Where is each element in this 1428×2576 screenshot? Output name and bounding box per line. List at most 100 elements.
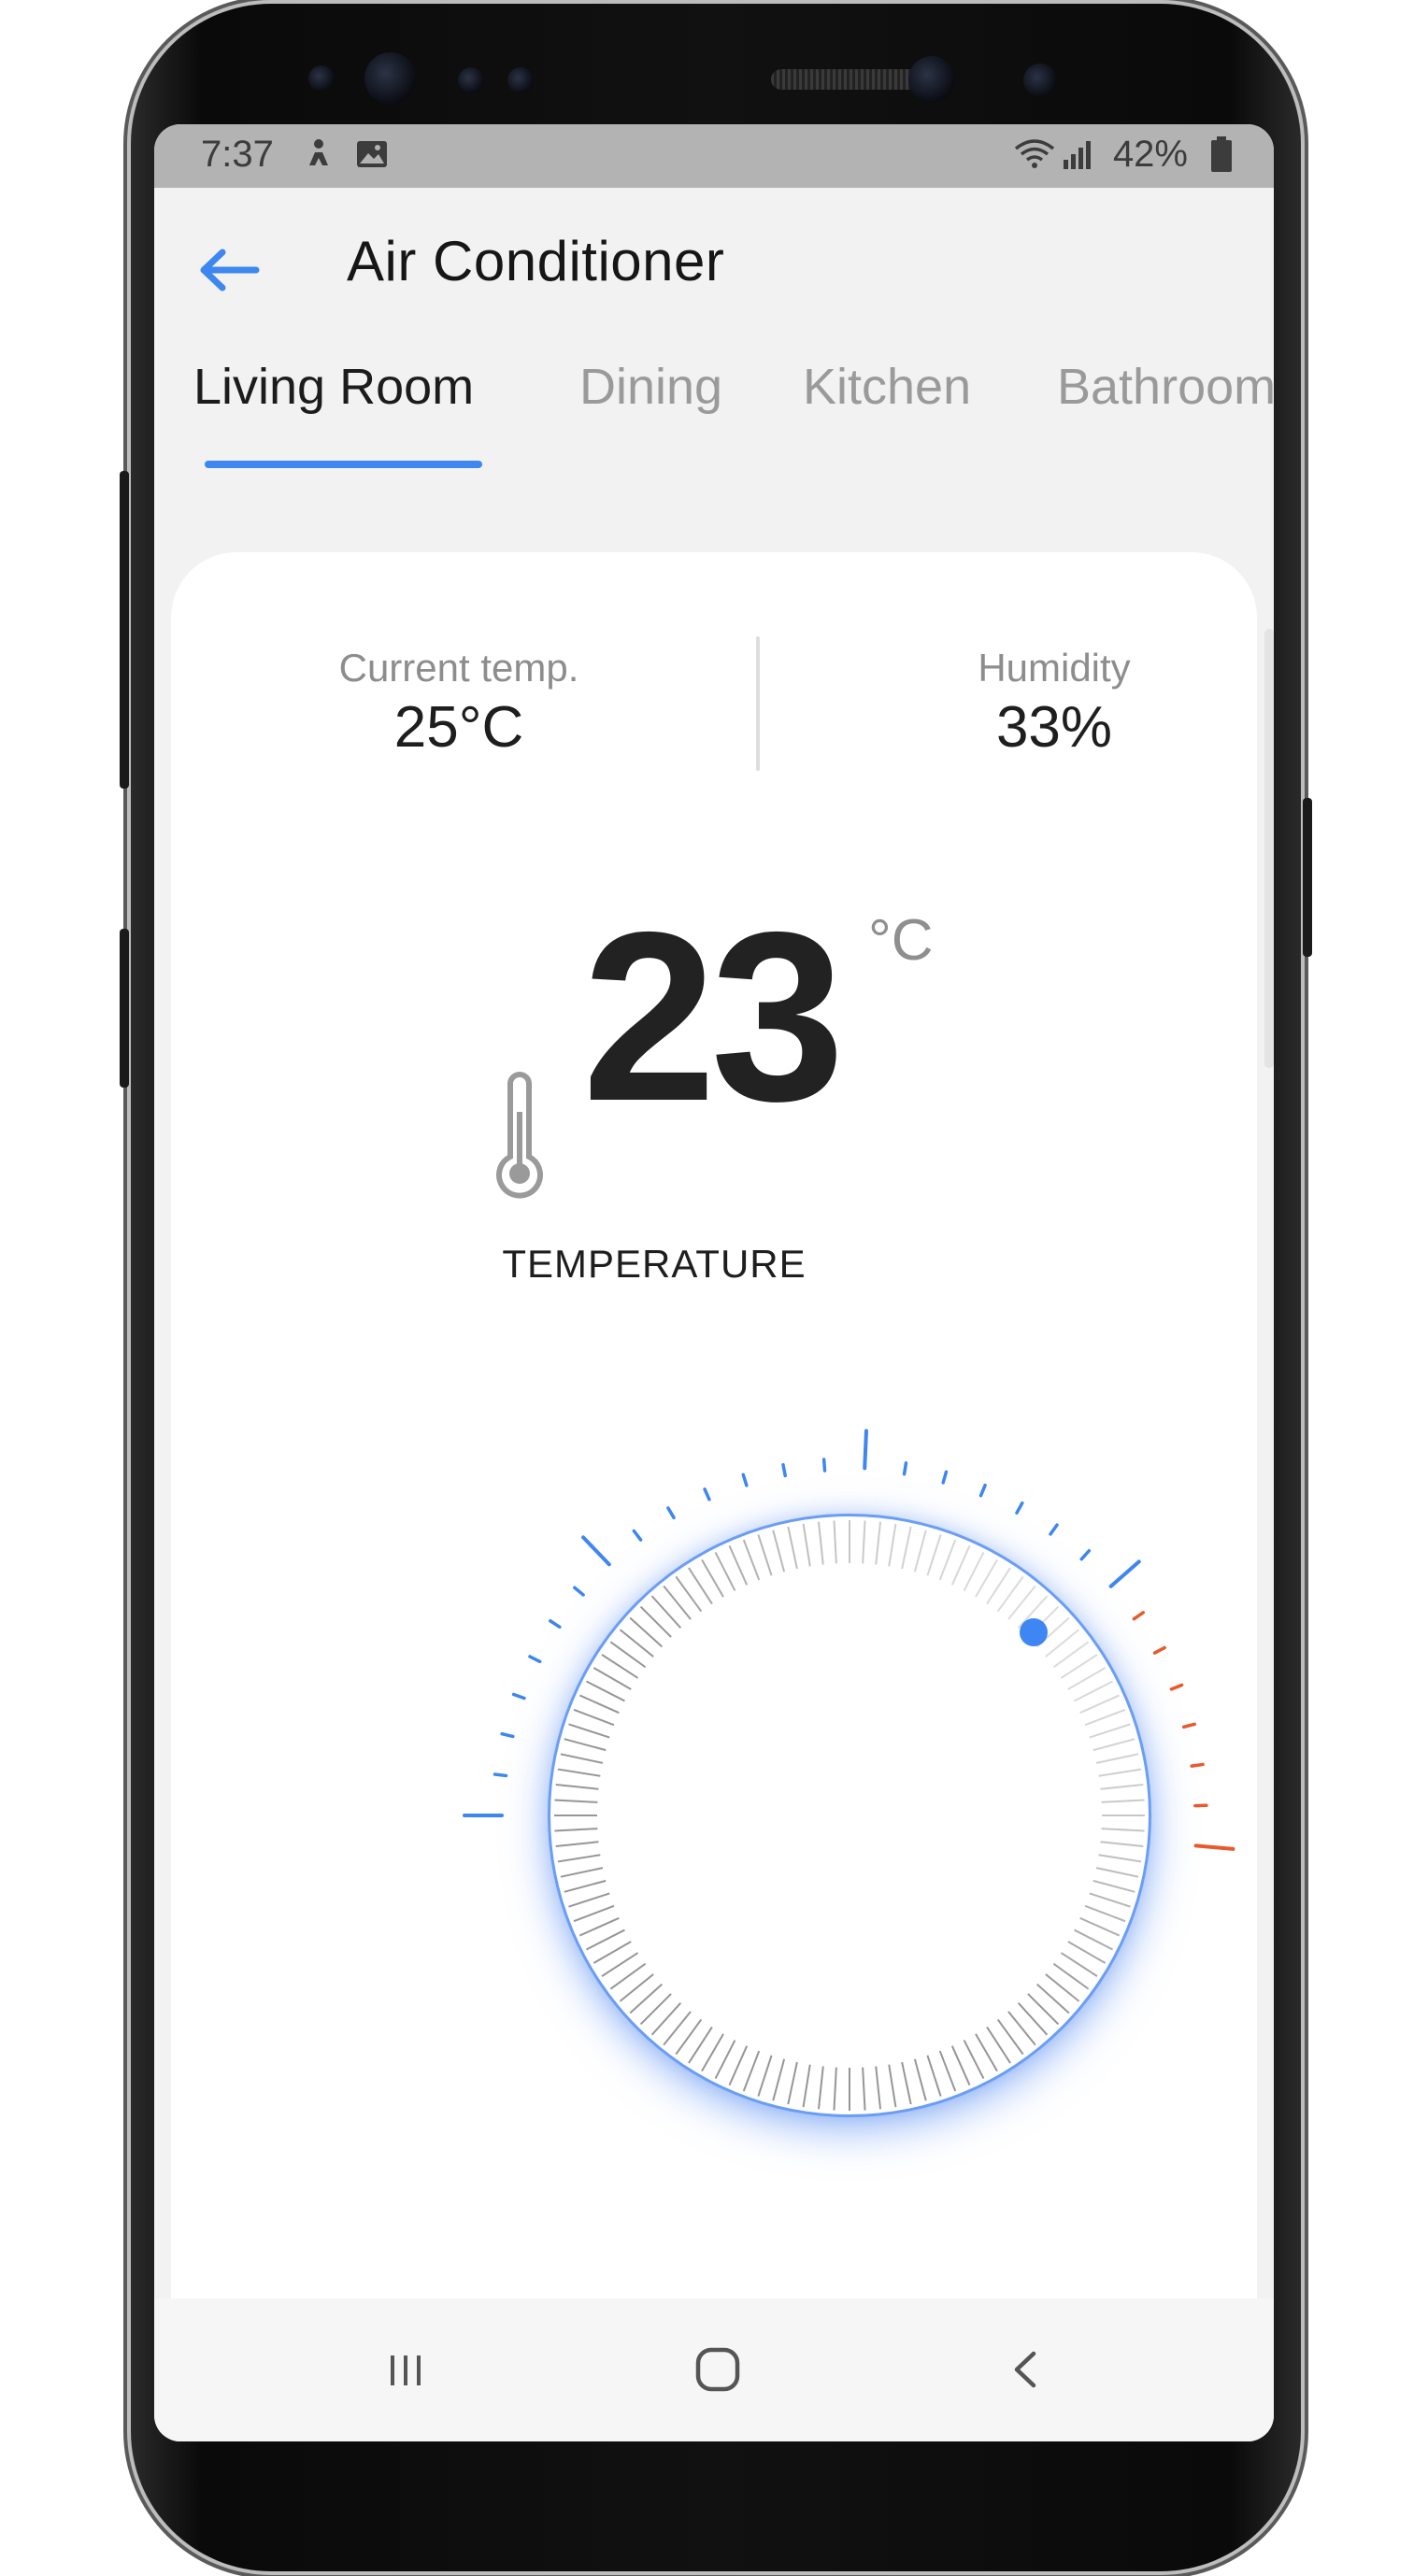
scale-tick: [863, 1429, 868, 1471]
knob-tick: [554, 1799, 598, 1803]
gallery-icon: [357, 141, 387, 167]
scale-tick: [1193, 1843, 1235, 1851]
humidity-label: Humidity: [978, 646, 1131, 690]
status-time: 7:37: [201, 134, 274, 175]
nav-back-button[interactable]: [984, 2332, 1068, 2407]
knob-tick: [817, 2066, 824, 2110]
temperature-knob[interactable]: [550, 1516, 1149, 2114]
front-sensor-3: [507, 67, 534, 93]
knob-tick: [557, 1854, 601, 1863]
home-icon: [695, 2347, 740, 2392]
proximity-sensor: [1023, 64, 1057, 97]
tab-bathroom[interactable]: Bathroom: [1057, 358, 1274, 416]
wifi-icon: [1014, 139, 1055, 168]
knob-tick: [1092, 1879, 1135, 1893]
knob-tick: [772, 2058, 786, 2101]
scale-tick: [511, 1692, 526, 1701]
current-temp-value: 25°C: [393, 695, 524, 760]
chevron-left-icon: [1014, 2351, 1036, 2388]
knob-tick: [568, 1892, 610, 1908]
accessibility-icon: [309, 139, 328, 165]
knob-tick: [573, 1708, 615, 1727]
knob-tick: [772, 1530, 786, 1573]
scale-tick: [1169, 1683, 1184, 1691]
power-button: [1303, 798, 1312, 957]
scale-tick: [493, 1772, 508, 1778]
tab-living-room[interactable]: Living Room: [193, 358, 474, 416]
tab-kitchen[interactable]: Kitchen: [803, 358, 971, 416]
knob-tick: [728, 2045, 749, 2086]
knob-tick: [802, 1523, 811, 1567]
knob-tick: [1098, 1768, 1142, 1777]
knob-tick: [1100, 1841, 1144, 1848]
knob-tick: [888, 2064, 897, 2108]
knob-tick: [560, 1753, 604, 1764]
scale-tick: [941, 1470, 949, 1485]
scale-tick: [1152, 1645, 1166, 1655]
front-sensor-1: [308, 65, 335, 92]
scale-tick: [528, 1655, 542, 1664]
signal-icon: [1064, 141, 1091, 169]
knob-tick: [950, 2045, 971, 2086]
knob-tick: [787, 2061, 798, 2105]
setpoint-unit: °C: [868, 908, 934, 973]
knob-tick: [833, 2067, 837, 2111]
front-sensor-2: [458, 67, 484, 93]
knob-tick: [585, 1680, 625, 1702]
scale-tick: [781, 1462, 787, 1478]
knob-tick: [950, 1544, 971, 1586]
knob-tick: [728, 1544, 749, 1586]
knob-tick: [787, 1526, 798, 1570]
knob-tick: [938, 1539, 957, 1581]
tab-dining[interactable]: Dining: [579, 358, 722, 416]
knob-tick: [1095, 1867, 1139, 1878]
knob-tick: [564, 1879, 607, 1893]
knob-tick: [555, 1783, 599, 1790]
thermometer-icon: [496, 1072, 543, 1199]
battery-icon: [1211, 136, 1232, 172]
front-camera: [364, 52, 417, 105]
knob-tick: [913, 2058, 927, 2101]
knob-tick: [578, 1694, 620, 1715]
recent-apps-button[interactable]: [364, 2332, 448, 2407]
battery-percentage: 42%: [1112, 134, 1188, 175]
humidity-value: 33%: [995, 695, 1113, 760]
setpoint-value: 23: [582, 881, 845, 1151]
stat-divider: [756, 636, 760, 771]
humidity-stat: Humidity 33%: [858, 646, 1250, 761]
scale-tick: [978, 1483, 987, 1498]
arrow-left-icon: [200, 249, 260, 292]
home-button[interactable]: [676, 2332, 760, 2407]
knob-tick: [875, 1521, 882, 1565]
knob-tick: [833, 1520, 837, 1564]
knob-tick: [1100, 1783, 1144, 1790]
scale-tick: [1181, 1722, 1197, 1729]
knob-tick: [862, 1520, 866, 1564]
knob-tick: [875, 2066, 882, 2110]
knob-grip-ticks: [554, 1520, 1145, 2111]
knob-tick: [938, 2050, 957, 2092]
knob-tick: [926, 2055, 942, 2097]
knob-tick: [1074, 1928, 1114, 1951]
back-button[interactable]: [192, 233, 266, 307]
scale-tick: [1015, 1501, 1024, 1515]
knob-tick: [862, 2067, 866, 2111]
scroll-indicator: [1264, 629, 1274, 1068]
knob-tick: [573, 1904, 615, 1923]
knob-tick: [1089, 1892, 1131, 1908]
active-tab-indicator: [205, 461, 482, 468]
knob-tick: [926, 1534, 942, 1576]
knob-tick: [1089, 1723, 1131, 1739]
scale-tick: [821, 1458, 827, 1473]
knob-tick: [1101, 1799, 1145, 1803]
scale-tick: [500, 1731, 515, 1739]
knob-tick: [802, 2064, 811, 2108]
knob-tick: [554, 1828, 598, 1832]
knob-handle[interactable]: [1020, 1618, 1048, 1646]
knob-tick: [1084, 1904, 1126, 1923]
knob-tick: [963, 2040, 985, 2080]
screen: 7:37 42% Air Conditioner Living Room Din…: [154, 124, 1274, 2441]
setpoint-label: TEMPERATURE: [502, 1242, 807, 1286]
knob-tick: [555, 1841, 599, 1848]
scale-tick: [703, 1487, 711, 1501]
